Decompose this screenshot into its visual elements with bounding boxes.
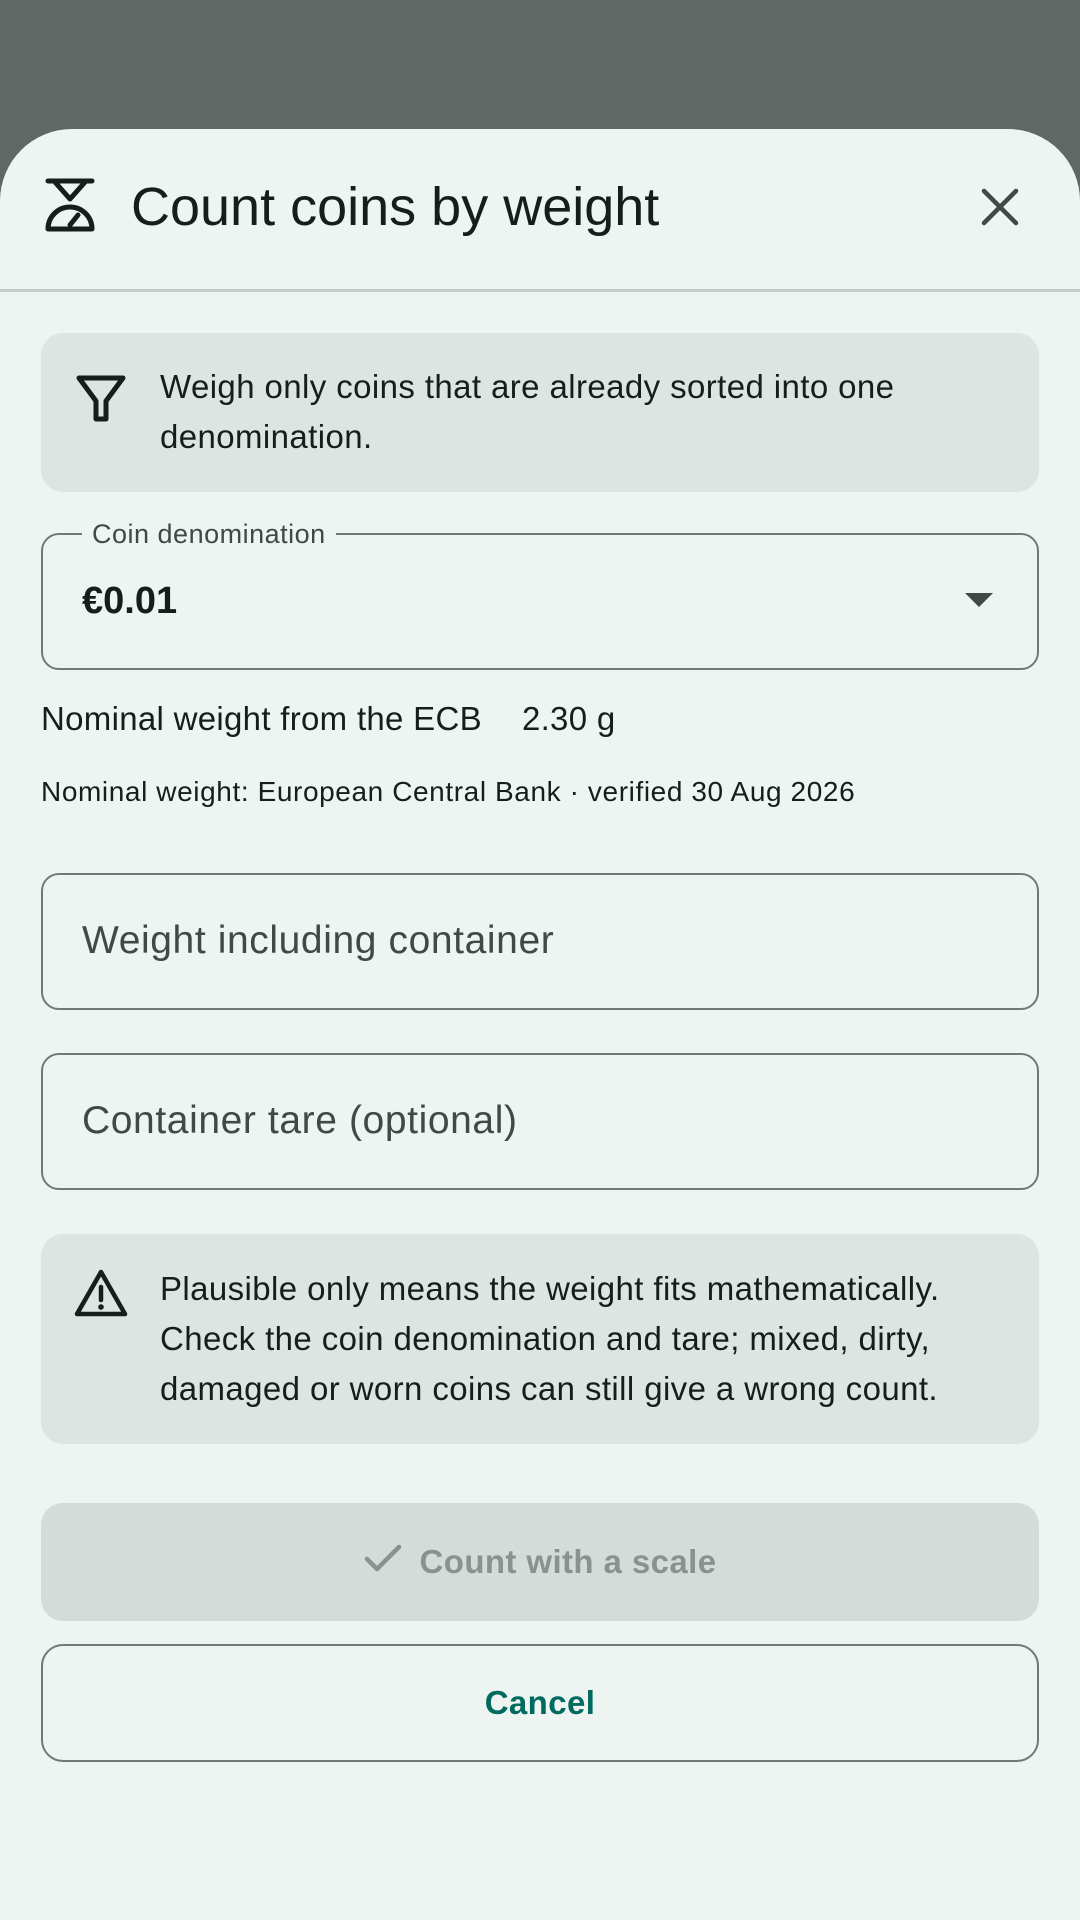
count-with-scale-label: Count with a scale xyxy=(419,1543,717,1580)
nominal-weight-label: Nominal weight from the ECB xyxy=(41,700,482,737)
nominal-weight-row: Nominal weight from the ECB 2.30 g xyxy=(41,697,616,741)
bottom-sheet-dialog: Count coins by weight Weigh only coins t… xyxy=(0,129,1080,1920)
tare-weight-field[interactable]: Container tare (optional) xyxy=(41,1053,1039,1190)
plausibility-warning: Plausible only means the weight fits mat… xyxy=(41,1234,1039,1444)
denomination-select[interactable]: Coin denomination €0.01 xyxy=(41,517,1039,670)
dialog-title: Count coins by weight xyxy=(131,177,660,237)
cancel-label: Cancel xyxy=(484,1684,596,1721)
sorted-coins-hint-text: Weigh only coins that are already sorted… xyxy=(160,368,895,455)
plausibility-warning-text: Plausible only means the weight fits mat… xyxy=(160,1270,940,1407)
header-divider xyxy=(0,289,1080,292)
tare-weight-placeholder: Container tare (optional) xyxy=(82,1099,518,1142)
nominal-weight-source: Nominal weight: European Central Bank · … xyxy=(41,776,856,807)
cancel-button[interactable]: Cancel xyxy=(41,1644,1039,1762)
sorted-coins-hint: Weigh only coins that are already sorted… xyxy=(41,333,1039,492)
denomination-label: Coin denomination xyxy=(82,517,336,551)
scale-icon xyxy=(40,175,100,235)
close-icon xyxy=(980,187,1020,232)
warning-icon xyxy=(73,1266,129,1322)
close-button[interactable] xyxy=(960,169,1040,249)
dialog-header: Count coins by weight xyxy=(0,129,1080,289)
gross-weight-field[interactable]: Weight including container xyxy=(41,873,1039,1010)
filter-icon xyxy=(73,371,129,427)
gross-weight-placeholder: Weight including container xyxy=(82,919,555,962)
dropdown-arrow-icon xyxy=(965,593,993,607)
count-with-scale-button[interactable]: Count with a scale xyxy=(41,1503,1039,1621)
check-icon xyxy=(364,1543,402,1581)
nominal-weight-value: 2.30 g xyxy=(521,700,616,737)
denomination-value: €0.01 xyxy=(82,580,178,622)
